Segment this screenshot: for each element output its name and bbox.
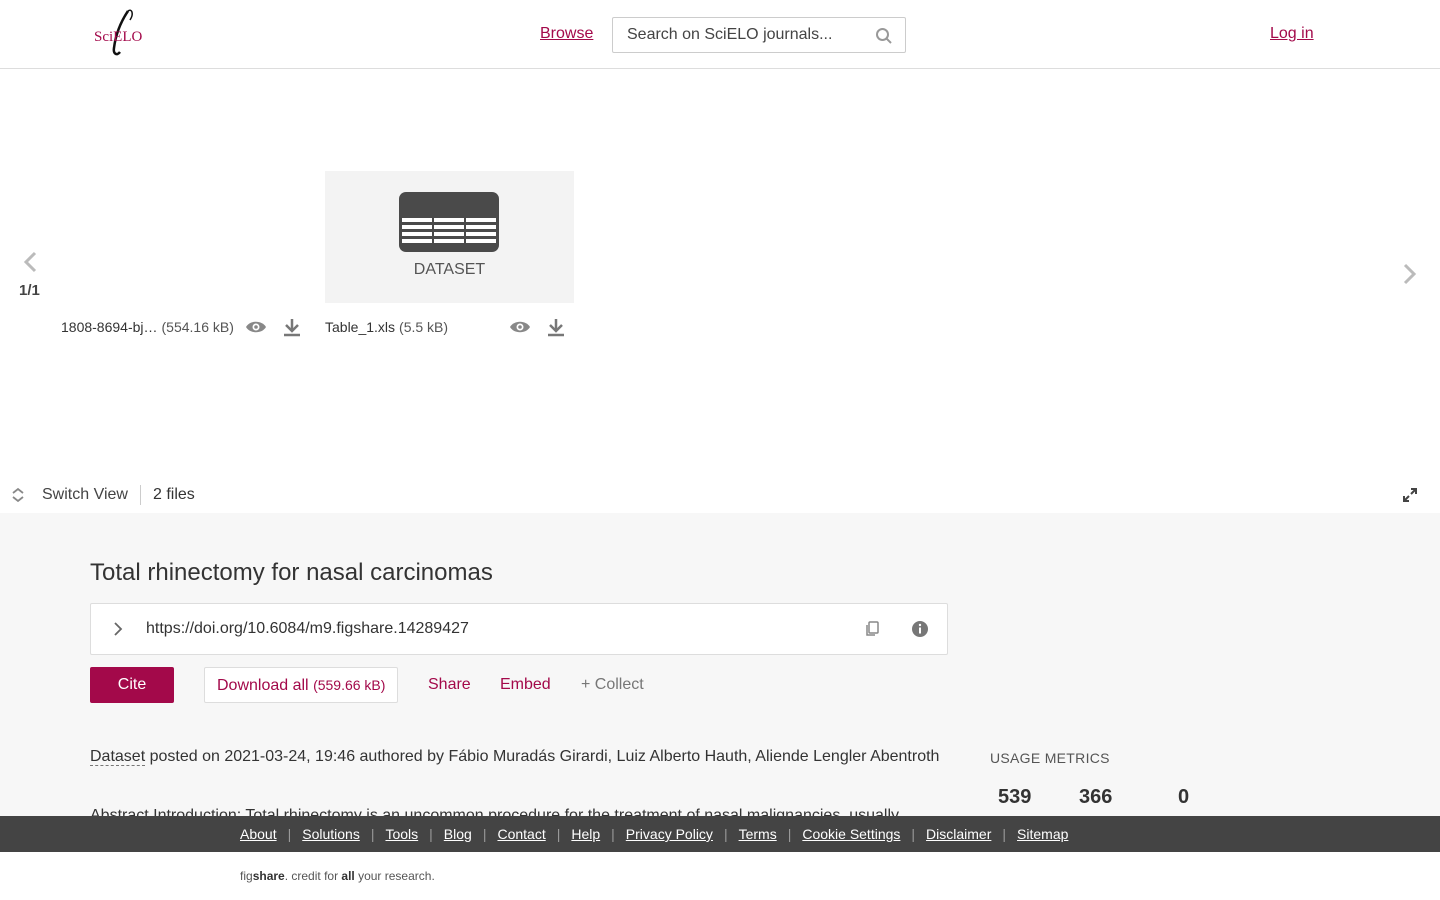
tagline-part: your research. — [354, 869, 435, 883]
file-name[interactable]: Table_1.xls — [325, 319, 395, 335]
metric-value: 366 — [1079, 786, 1113, 808]
divider: | — [723, 826, 728, 842]
doi-link[interactable]: https://doi.org/10.6084/m9.figshare.1428… — [146, 620, 469, 638]
info-icon[interactable] — [911, 620, 929, 638]
divider: | — [482, 826, 487, 842]
footer-link-contact[interactable]: Contact — [497, 826, 545, 842]
next-arrow-icon[interactable] — [1400, 262, 1420, 286]
files-count: 2 files — [153, 486, 195, 503]
search-box — [612, 17, 906, 53]
item-meta: Dataset posted on 2021-03-24, 19:46 auth… — [90, 748, 939, 766]
divider: | — [287, 826, 292, 842]
divider — [140, 485, 141, 505]
footer-link-privacy-policy[interactable]: Privacy Policy — [626, 826, 713, 842]
metric-value: 539 — [998, 786, 1032, 808]
thumbnail-label: DATASET — [413, 261, 486, 278]
page-indicator: 1/1 — [19, 282, 40, 299]
divider: | — [911, 826, 916, 842]
item-type[interactable]: Dataset — [90, 748, 146, 766]
collect-button[interactable]: + Collect — [581, 676, 644, 694]
dataset-thumbnail[interactable]: DATASET — [325, 171, 574, 303]
search-input[interactable] — [613, 18, 868, 52]
previous-arrow-icon[interactable] — [20, 250, 40, 274]
tagline-bold: all — [341, 869, 355, 883]
preview-eye-icon[interactable] — [509, 316, 531, 338]
brand-prefix: fig — [240, 869, 253, 883]
fullscreen-icon[interactable] — [1402, 487, 1418, 503]
item-meta-details: posted on 2021-03-24, 19:46 authored by … — [145, 748, 940, 765]
page-title: Total rhinectomy for nasal carcinomas — [90, 559, 493, 586]
embed-button[interactable]: Embed — [500, 676, 551, 694]
file-item: Table_1.xls (5.5 kB) — [325, 316, 505, 338]
download-all-button[interactable]: Download all (559.66 kB) — [204, 667, 398, 703]
svg-text:SciELO: SciELO — [94, 29, 142, 45]
metric-value: 0 — [1178, 786, 1190, 808]
footer-bar: About | Solutions | Tools | Blog | Contact | … — [0, 816, 1440, 852]
divider: | — [370, 826, 375, 842]
download-icon[interactable] — [545, 316, 567, 338]
file-item: 1808-8694-bj… (554.16 kB) — [61, 316, 239, 338]
divider: | — [556, 826, 561, 842]
tagline-part: . credit for — [284, 869, 342, 883]
download-all-size: (559.66 kB) — [313, 677, 386, 693]
usage-metrics-title: USAGE METRICS — [990, 750, 1110, 766]
divider: | — [787, 826, 792, 842]
chevron-right-icon[interactable] — [109, 620, 127, 638]
search-icon[interactable] — [875, 27, 893, 45]
switch-view-icon[interactable] — [10, 487, 26, 503]
browse-link[interactable]: Browse — [540, 25, 593, 43]
footer-link-solutions[interactable]: Solutions — [302, 826, 360, 842]
file-name[interactable]: 1808-8694-bj… — [61, 319, 158, 335]
table-icon — [399, 192, 499, 252]
brand-bold: share — [252, 869, 285, 883]
footer-link-terms[interactable]: Terms — [739, 826, 777, 842]
footer-links: About | Solutions | Tools | Blog | Contact | … — [240, 826, 1068, 842]
switch-view-button[interactable]: Switch View — [42, 486, 128, 504]
footer-link-about[interactable]: About — [240, 826, 277, 842]
share-button[interactable]: Share — [428, 676, 471, 694]
download-all-label: Download all — [217, 677, 309, 694]
footer-link-sitemap[interactable]: Sitemap — [1017, 826, 1068, 842]
footer-tagline: figshare. credit for all your research. — [240, 869, 435, 883]
login-link[interactable]: Log in — [1270, 25, 1314, 43]
file-size: (5.5 kB) — [399, 319, 449, 335]
download-icon[interactable] — [281, 316, 303, 338]
switch-view-bar: Switch View 2 files — [0, 477, 1440, 513]
preview-eye-icon[interactable] — [245, 316, 267, 338]
divider: | — [611, 826, 615, 842]
divider: | — [429, 826, 433, 842]
cite-button[interactable]: Cite — [90, 667, 174, 703]
item-details: Total rhinectomy for nasal carcinomas ht… — [0, 513, 1440, 816]
file-size: (554.16 kB) — [161, 319, 234, 335]
footer-link-cookie-settings[interactable]: Cookie Settings — [802, 826, 900, 842]
scielo-logo[interactable]: SciELO — [92, 8, 146, 58]
scielo-logo-icon: SciELO — [94, 9, 142, 56]
footer-link-disclaimer[interactable]: Disclaimer — [926, 826, 991, 842]
footer-link-tools[interactable]: Tools — [385, 826, 418, 842]
divider: | — [1002, 826, 1007, 842]
copy-icon[interactable] — [863, 620, 881, 638]
abstract-text: Abstract Introduction: Total rhinectomy … — [90, 807, 900, 816]
footer-link-help[interactable]: Help — [571, 826, 600, 842]
footer-link-blog[interactable]: Blog — [444, 826, 472, 842]
doi-box: https://doi.org/10.6084/m9.figshare.1428… — [90, 603, 948, 655]
site-header: SciELO Browse Log in — [0, 0, 1440, 69]
